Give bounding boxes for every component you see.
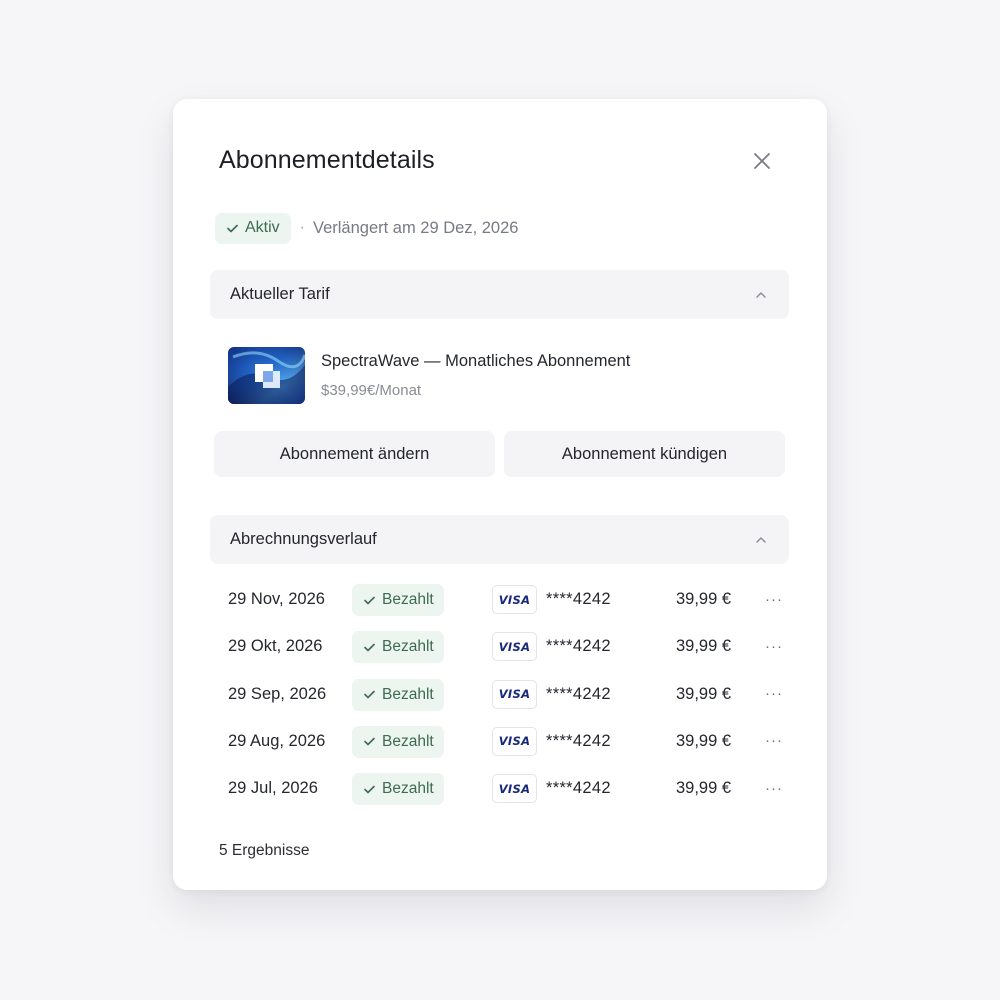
status-badge-label: Aktiv <box>245 219 280 236</box>
billing-amount: 39,99 € <box>676 684 732 703</box>
current-plan-label: Aktueller Tarif <box>230 285 330 303</box>
check-icon <box>227 224 238 232</box>
payment-status-badge: Bezahlt <box>352 678 444 711</box>
visa-card-icon: VISA <box>492 679 537 709</box>
current-plan-header[interactable]: Aktueller Tarif <box>210 270 789 319</box>
billing-row: 29 Sep, 2026 Bezahlt VISA ****4242 39,99… <box>210 675 789 715</box>
payment-status-label: Bezahlt <box>382 732 434 750</box>
payment-status-label: Bezahlt <box>382 591 434 608</box>
check-icon <box>364 690 375 699</box>
billing-date: 29 Okt, 2026 <box>228 637 323 656</box>
billing-amount: 39,99 € <box>676 637 732 656</box>
modal-title: Abonnementdetails <box>219 146 435 174</box>
more-options-icon[interactable]: ··· <box>763 634 785 658</box>
payment-status-badge: Bezahlt <box>352 773 444 806</box>
billing-amount: 39,99 € <box>676 779 732 798</box>
more-options-icon[interactable]: ··· <box>763 729 785 753</box>
visa-card-icon: VISA <box>492 632 537 662</box>
status-separator: · <box>299 219 305 236</box>
billing-amount: 39,99 € <box>676 590 732 608</box>
check-icon <box>364 596 375 604</box>
payment-status-badge: Bezahlt <box>352 584 444 616</box>
billing-date: 29 Nov, 2026 <box>228 590 325 608</box>
visa-card-icon: VISA <box>492 726 537 756</box>
billing-date: 29 Sep, 2026 <box>228 684 327 703</box>
visa-card-icon: VISA <box>492 585 537 614</box>
status-badge: Aktiv <box>215 212 291 244</box>
more-options-icon[interactable]: ··· <box>763 682 785 706</box>
change-subscription-button[interactable]: Abonnement ändern <box>214 431 495 477</box>
chevron-up-icon[interactable] <box>753 287 769 303</box>
billing-row: 29 Okt, 2026 Bezahlt VISA ****4242 39,99… <box>210 627 789 667</box>
payment-status-label: Bezahlt <box>382 780 434 798</box>
results-count: 5 Ergebnisse <box>219 842 310 859</box>
plan-name: SpectraWave — Monatliches Abonnement <box>321 352 631 370</box>
card-number: ****4242 <box>546 637 611 656</box>
billing-row: 29 Aug, 2026 Bezahlt VISA ****4242 39,99… <box>210 722 789 762</box>
plan-thumbnail <box>228 347 305 404</box>
renewal-date: Verlängert am 29 Dez, 2026 <box>313 218 519 237</box>
billing-amount: 39,99 € <box>676 731 732 750</box>
billing-row: 29 Jul, 2026 Bezahlt VISA ****4242 39,99… <box>210 769 789 809</box>
billing-history-label: Abrechnungsverlauf <box>230 530 377 548</box>
check-icon <box>364 738 375 746</box>
check-icon <box>364 785 375 793</box>
more-options-icon[interactable]: ··· <box>763 587 785 611</box>
card-number: ****4242 <box>546 590 611 608</box>
close-icon <box>754 153 770 169</box>
card-number: ****4242 <box>546 779 611 798</box>
more-options-icon[interactable]: ··· <box>763 776 785 800</box>
check-icon <box>364 643 375 652</box>
chevron-up-icon[interactable] <box>753 532 769 548</box>
card-number: ****4242 <box>546 731 611 750</box>
subscription-details-modal: Abonnementdetails Aktiv · Verlängert am … <box>173 99 827 890</box>
close-button[interactable] <box>748 147 776 175</box>
card-number: ****4242 <box>546 684 611 703</box>
visa-card-icon: VISA <box>492 774 537 804</box>
payment-status-badge: Bezahlt <box>352 631 444 664</box>
status-row: Aktiv · Verlängert am 29 Dez, 2026 <box>215 212 518 244</box>
billing-history-header[interactable]: Abrechnungsverlauf <box>210 515 789 564</box>
payment-status-label: Bezahlt <box>382 685 434 703</box>
billing-row: 29 Nov, 2026 Bezahlt VISA ****4242 39,99… <box>210 580 789 620</box>
cancel-subscription-button[interactable]: Abonnement kündigen <box>504 431 785 477</box>
billing-date: 29 Jul, 2026 <box>228 779 318 798</box>
billing-date: 29 Aug, 2026 <box>228 731 326 750</box>
plan-price: $39,99€/Monat <box>321 382 422 399</box>
payment-status-label: Bezahlt <box>382 638 434 656</box>
payment-status-badge: Bezahlt <box>352 725 444 758</box>
